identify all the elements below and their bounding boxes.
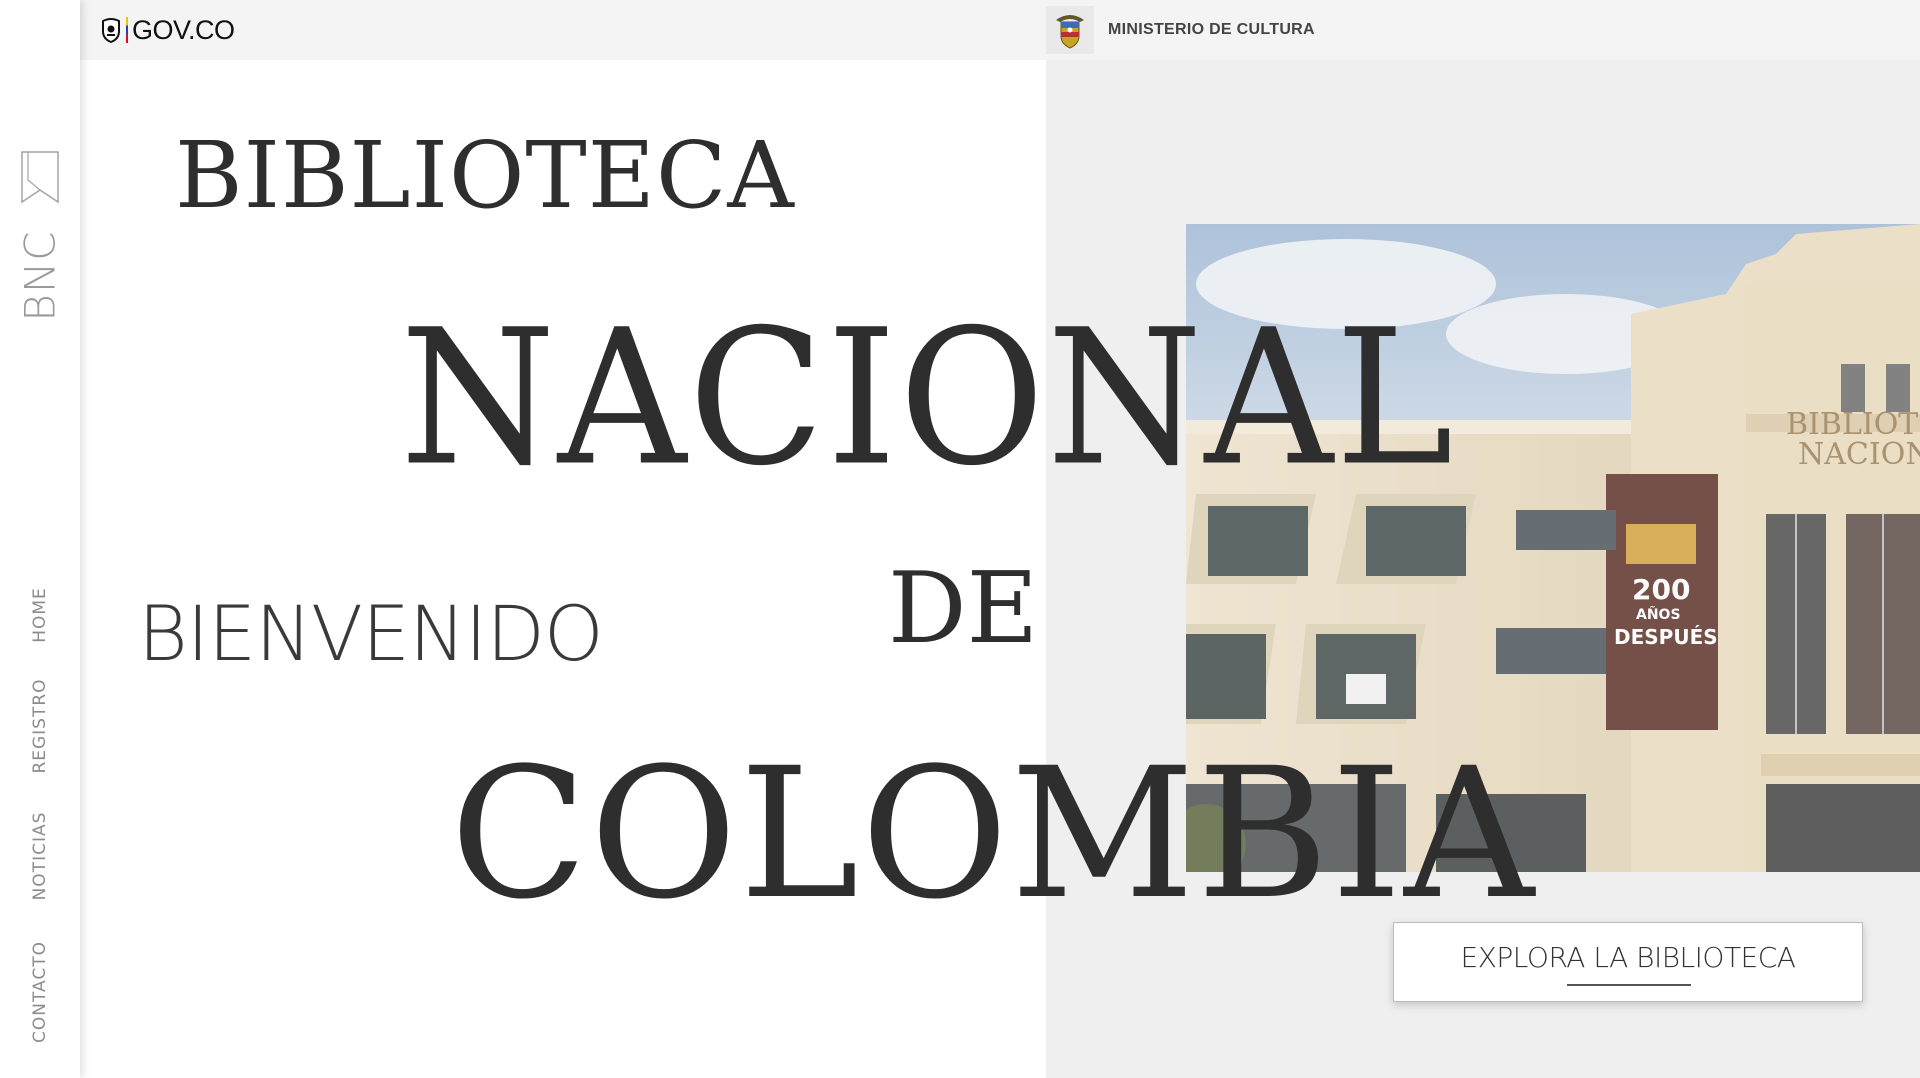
headline-biblioteca: BIBLIOTECA xyxy=(175,122,795,229)
book-flag-icon xyxy=(21,151,59,204)
banner-despues: DESPUÉS xyxy=(1614,625,1718,649)
colombia-seal-icon xyxy=(1046,6,1094,54)
gov-co-text: GOV.CO xyxy=(132,14,235,45)
welcome-text: BIENVENIDO xyxy=(138,589,604,678)
ministry-name: MINISTERIO DE CULTURA xyxy=(1108,21,1315,38)
banner-200: 200 xyxy=(1632,573,1690,606)
ministry-brand[interactable]: MINISTERIO DE CULTURA xyxy=(1046,0,1315,60)
nav-registro[interactable]: REGISTRO xyxy=(30,678,50,773)
cta-underline xyxy=(1567,984,1691,986)
nav-noticias[interactable]: NOTICIAS xyxy=(30,812,50,901)
nav-home[interactable]: HOME xyxy=(30,587,50,643)
explore-library-label: EXPLORA LA BIBLIOTECA xyxy=(1460,941,1796,974)
explore-library-button[interactable]: EXPLORA LA BIBLIOTECA xyxy=(1393,922,1863,1002)
brand-text: BNC xyxy=(15,230,65,322)
banner-anos: AÑOS xyxy=(1636,606,1681,623)
coat-of-arms-icon xyxy=(102,18,120,43)
headline-nacional: NACIONAL xyxy=(400,289,1456,507)
nav-contacto[interactable]: CONTACTO xyxy=(30,941,50,1043)
brand-logo[interactable]: BNC xyxy=(15,150,65,326)
gov-bar: GOV.CO MINISTERIO DE CULTURA xyxy=(80,0,1920,60)
building-sign-line2: NACIONAL xyxy=(1798,437,1920,472)
gov-co-logo[interactable]: GOV.CO xyxy=(100,14,235,46)
sidebar: BNC HOME REGISTRO NOTICIAS CONTACTO xyxy=(0,0,80,1078)
headline-colombia: COLOMBIA xyxy=(450,730,1537,939)
gov-divider xyxy=(126,17,128,43)
headline-de: DE xyxy=(888,552,1039,666)
